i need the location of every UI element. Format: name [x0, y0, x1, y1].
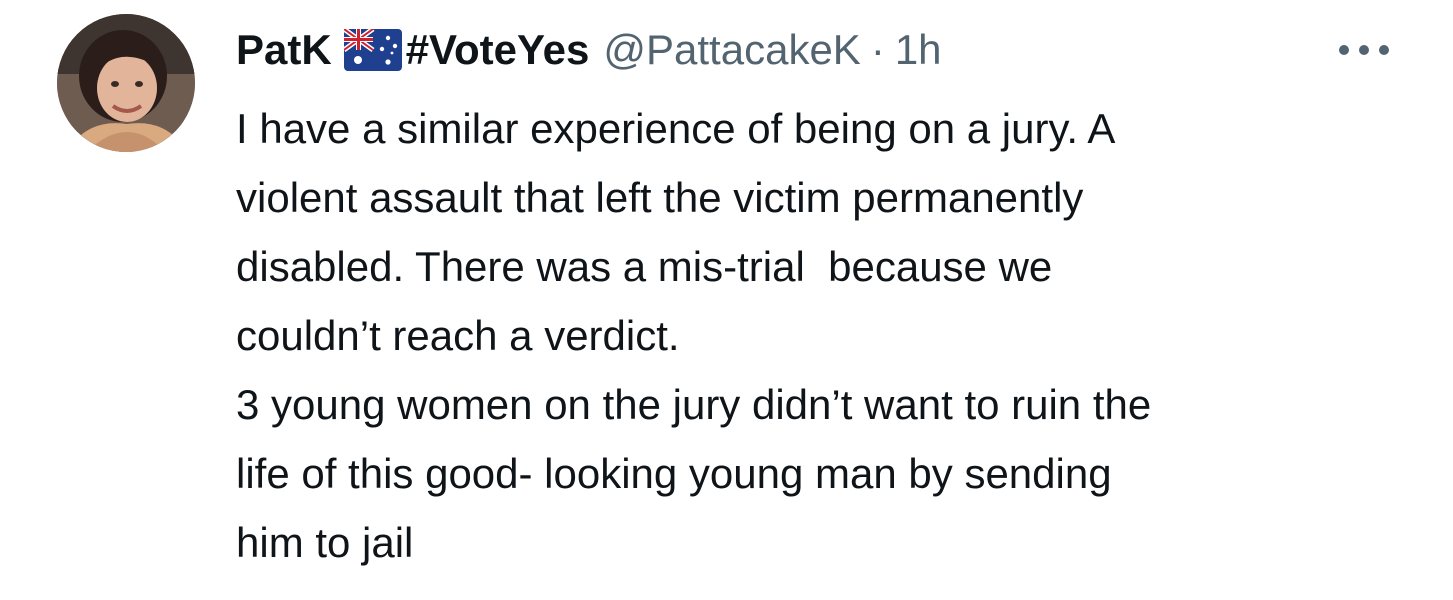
separator-dot: · [870, 26, 885, 73]
tweet-text-line: life of this good- looking young man by … [236, 450, 1112, 497]
tweet-text-line: him to jail [236, 519, 414, 566]
tweet-text-line: 3 young women on the jury didn’t want to… [236, 381, 1152, 428]
timestamp[interactable]: 1h [895, 22, 942, 78]
tweet-card[interactable]: PatK #VoteYes @PattacakeK · 1h I have a … [0, 0, 1453, 600]
display-name[interactable]: PatK [236, 22, 332, 78]
tweet-text-line: violent assault that left the victim per… [236, 174, 1084, 221]
hashtag[interactable]: #VoteYes [406, 22, 590, 78]
avatar[interactable] [57, 14, 195, 152]
user-handle[interactable]: @PattacakeK [603, 22, 860, 78]
tweet-text: I have a similar experience of being on … [236, 94, 1426, 577]
tweet-text-line: couldn’t reach a verdict. [236, 312, 680, 359]
tweet-text-line: I have a similar experience of being on … [236, 105, 1116, 152]
australia-flag-icon [342, 26, 402, 71]
tweet-text-line: disabled. There was a mis-trial because … [236, 243, 1053, 290]
more-horizontal-icon[interactable] [1336, 40, 1392, 60]
tweet-header: PatK #VoteYes @PattacakeK · 1h [236, 22, 942, 78]
avatar-photo [57, 14, 195, 152]
